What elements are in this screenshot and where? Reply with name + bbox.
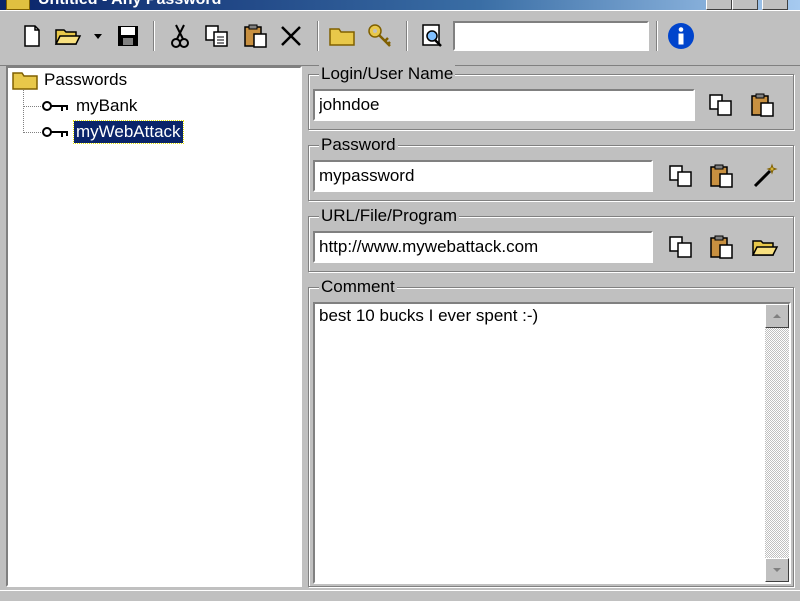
comment-group: Comment best 10 bucks I ever spent :-) <box>308 277 794 587</box>
find-icon <box>422 24 442 47</box>
delete-icon <box>281 26 301 46</box>
url-group: URL/File/Program <box>308 206 794 272</box>
maximize-button[interactable] <box>732 0 758 10</box>
tree-connector <box>23 90 24 133</box>
window-title: Untitled - Any Password <box>38 0 221 9</box>
scroll-up-arrow-icon <box>773 314 781 318</box>
scroll-up-button[interactable] <box>765 304 789 328</box>
paste-password-button[interactable] <box>706 160 738 192</box>
find-button[interactable] <box>418 21 448 51</box>
paste-url-button[interactable] <box>706 231 738 263</box>
browse-url-button[interactable] <box>749 231 781 263</box>
open-folder-icon <box>54 29 82 45</box>
tree-root-passwords[interactable]: Passwords <box>44 69 127 91</box>
open-button[interactable] <box>53 21 83 51</box>
delete-button[interactable] <box>276 21 306 51</box>
key-icon <box>42 101 68 111</box>
copy-icon <box>669 165 692 187</box>
copy-button[interactable] <box>202 21 232 51</box>
generate-password-button[interactable] <box>749 160 781 192</box>
paste-icon <box>710 235 733 259</box>
title-bar: Untitled - Any Password <box>0 0 800 10</box>
cut-button[interactable] <box>165 21 195 51</box>
tree-connector <box>23 106 41 107</box>
save-icon <box>118 26 138 46</box>
paste-icon <box>751 93 774 117</box>
toolbar-separator <box>656 21 658 51</box>
password-field[interactable] <box>313 160 653 192</box>
comment-label: Comment <box>319 277 397 297</box>
scroll-down-arrow-icon <box>773 568 781 572</box>
key-icon <box>368 24 391 47</box>
toolbar-separator <box>153 21 155 51</box>
url-field[interactable] <box>313 231 653 263</box>
toolbar-separator <box>317 21 319 51</box>
open-folder-icon <box>751 240 779 256</box>
paste-button[interactable] <box>241 21 271 51</box>
copy-login-button[interactable] <box>705 89 737 121</box>
dropdown-arrow-icon <box>94 34 102 39</box>
folder-icon <box>329 28 355 46</box>
toolbar-separator <box>406 21 408 51</box>
copy-icon <box>205 25 228 47</box>
comment-scrollbar[interactable] <box>765 304 789 582</box>
scroll-down-button[interactable] <box>765 558 789 582</box>
tree-item-mybank[interactable]: myBank <box>76 95 137 117</box>
login-field[interactable] <box>313 89 695 121</box>
info-icon <box>668 23 694 49</box>
save-button[interactable] <box>113 21 143 51</box>
app-icon <box>6 0 30 10</box>
comment-textarea[interactable]: best 10 bucks I ever spent :-) <box>313 302 791 584</box>
comment-text: best 10 bucks I ever spent :-) <box>319 306 539 325</box>
search-input[interactable] <box>453 21 649 51</box>
copy-password-button[interactable] <box>665 160 697 192</box>
open-dropdown-button[interactable] <box>88 21 108 51</box>
minimize-button[interactable] <box>706 0 732 10</box>
folder-icon <box>12 72 38 90</box>
close-window-button[interactable] <box>762 0 788 10</box>
new-password-button[interactable] <box>365 21 395 51</box>
new-icon <box>24 25 40 47</box>
status-bar <box>0 590 800 601</box>
copy-icon <box>669 236 692 258</box>
copy-url-button[interactable] <box>665 231 697 263</box>
tree-connector <box>23 132 41 133</box>
url-label: URL/File/Program <box>319 206 460 226</box>
new-folder-button[interactable] <box>327 21 357 51</box>
paste-login-button[interactable] <box>747 89 779 121</box>
tree-item-mywebattack[interactable]: myWebAttack <box>73 120 184 144</box>
key-icon <box>42 127 68 137</box>
paste-icon <box>244 24 267 48</box>
new-button[interactable] <box>17 21 47 51</box>
toolbar <box>0 10 800 66</box>
cut-icon <box>171 24 189 48</box>
login-label: Login/User Name <box>319 64 456 84</box>
login-group: Login/User Name <box>308 64 794 130</box>
password-label: Password <box>319 135 398 155</box>
magic-wand-icon <box>753 163 778 188</box>
password-group: Password <box>308 135 794 201</box>
paste-icon <box>710 164 733 188</box>
password-tree[interactable]: Passwords myBank myWebAttack <box>6 66 302 587</box>
about-button[interactable] <box>666 21 696 51</box>
copy-icon <box>709 94 732 116</box>
